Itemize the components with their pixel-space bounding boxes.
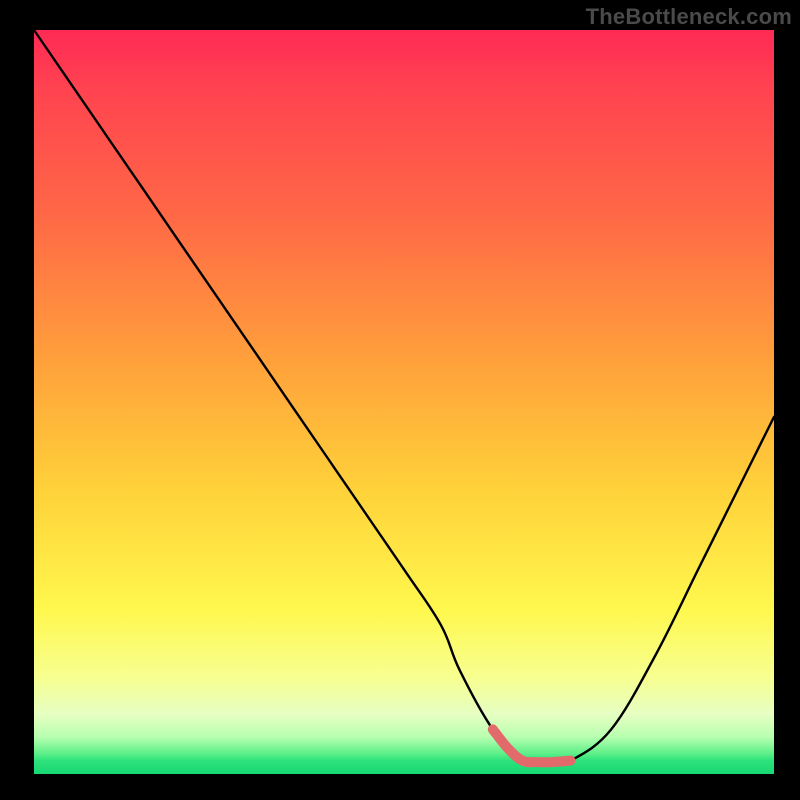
curve-svg [34, 30, 774, 774]
plot-area [34, 30, 774, 774]
watermark-text: TheBottleneck.com [586, 4, 792, 30]
chart-frame: TheBottleneck.com [0, 0, 800, 800]
floor-highlight [493, 729, 571, 762]
bottleneck-curve [34, 30, 774, 764]
